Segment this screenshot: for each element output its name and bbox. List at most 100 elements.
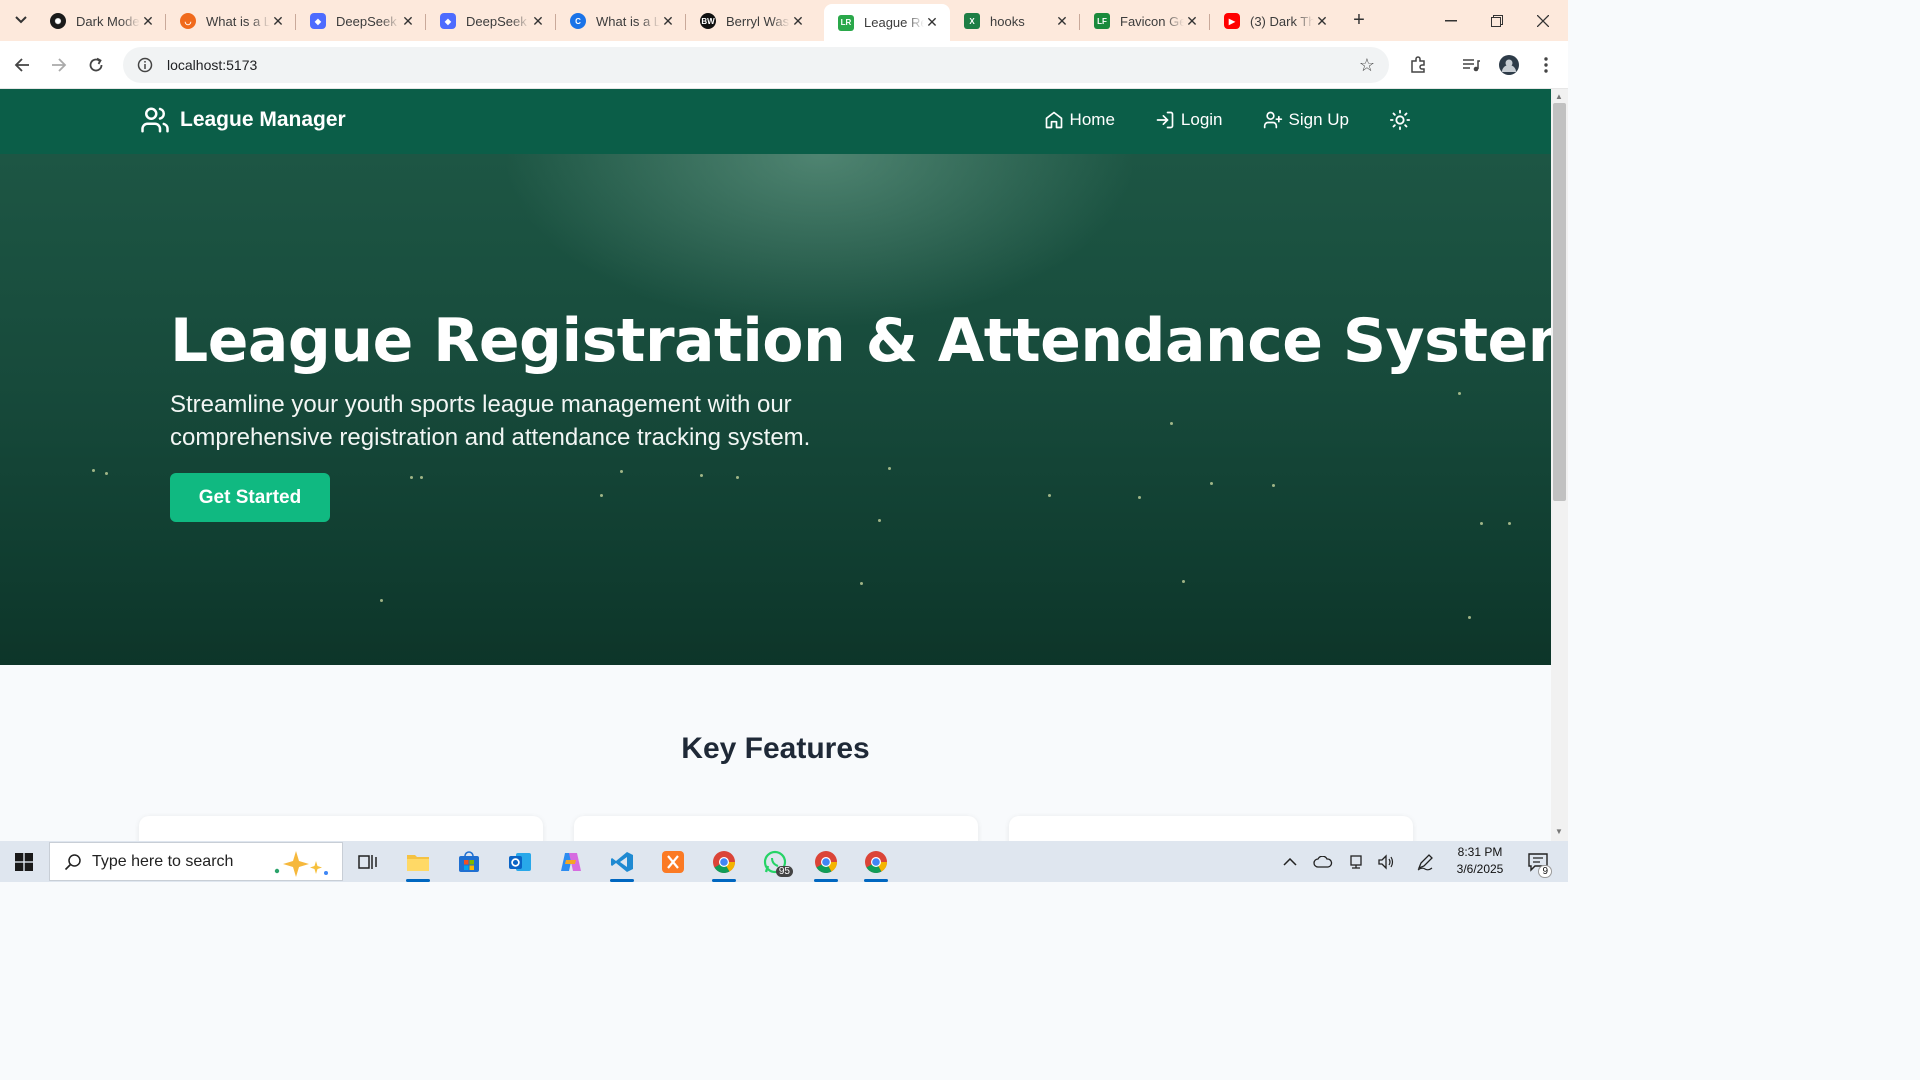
brand-logo-link[interactable]: League Manager <box>140 105 346 135</box>
nav-signup-label: Sign Up <box>1288 110 1349 129</box>
close-tab-icon[interactable]: ✕ <box>1054 13 1070 29</box>
taskbar-outlook[interactable] <box>500 845 540 879</box>
theme-toggle-button[interactable] <box>1389 109 1411 131</box>
lr-icon: LR <box>838 14 854 31</box>
bookmark-star-icon[interactable]: ☆ <box>1359 55 1375 76</box>
media-controls-button[interactable] <box>1457 51 1485 79</box>
nav-login-link[interactable]: Login <box>1155 110 1223 130</box>
hero-content: League Registration & Attendance System … <box>170 306 1551 522</box>
browser-tab[interactable]: ▶ (3) Dark Th ✕ <box>1210 6 1340 36</box>
page-scrollbar[interactable]: ▲ ▼ <box>1551 89 1568 841</box>
restore-button[interactable] <box>1474 0 1520 41</box>
search-placeholder: Type here to search <box>92 852 234 870</box>
brand-name: League Manager <box>180 108 346 131</box>
close-window-button[interactable] <box>1520 0 1566 41</box>
browser-menu-button[interactable] <box>1532 51 1560 79</box>
taskbar-search-box[interactable]: Type here to search <box>49 842 343 881</box>
taskbar-copilot[interactable] <box>551 845 591 879</box>
browser-tab[interactable]: LF Favicon Ge ✕ <box>1080 6 1210 36</box>
hero-section: League Registration & Attendance System … <box>0 154 1551 665</box>
close-tab-icon[interactable]: ✕ <box>530 13 546 29</box>
browser-tab[interactable]: ◆ DeepSeek ✕ <box>296 6 426 36</box>
address-bar: localhost:5173 ☆ <box>0 41 1568 89</box>
browser-tab[interactable]: BW Berryl Was ✕ <box>686 6 816 36</box>
network-tray-icon[interactable] <box>1344 841 1368 882</box>
show-hidden-icons-button[interactable] <box>1278 841 1302 882</box>
restore-icon <box>1491 14 1503 27</box>
taskbar-xampp[interactable] <box>653 845 693 879</box>
close-tab-icon[interactable]: ✕ <box>924 14 940 31</box>
back-button[interactable] <box>8 51 36 79</box>
volume-tray-icon[interactable] <box>1374 841 1400 882</box>
hero-subtitle: Streamline your youth sports league mana… <box>170 391 811 451</box>
scroll-down-arrow-icon[interactable]: ▼ <box>1555 827 1563 836</box>
site-navbar: League Manager Home Login Sign Up <box>0 89 1551 154</box>
chevron-down-icon <box>15 16 27 24</box>
speaker-icon <box>1378 853 1394 870</box>
onedrive-tray-icon[interactable] <box>1310 841 1336 882</box>
notification-count-badge: 9 <box>1538 865 1552 878</box>
extensions-button[interactable] <box>1404 51 1432 79</box>
pen-tray-icon[interactable] <box>1412 841 1438 882</box>
profile-avatar[interactable] <box>1495 51 1523 79</box>
close-tab-icon[interactable]: ✕ <box>660 13 676 29</box>
browser-tab[interactable]: ◡ What is a L ✕ <box>166 6 296 36</box>
features-heading: Key Features <box>681 732 870 765</box>
close-tab-icon[interactable]: ✕ <box>1184 13 1200 29</box>
chevron-up-icon <box>1283 857 1297 866</box>
folder-icon <box>407 855 429 871</box>
close-tab-icon[interactable]: ✕ <box>270 13 286 29</box>
notification-center-button[interactable]: 9 <box>1520 841 1556 882</box>
get-started-button[interactable]: Get Started <box>170 473 330 522</box>
arrow-right-icon <box>52 58 67 72</box>
browser-tab-strip: ✺ Dark Mode ✕ ◡ What is a L ✕ ◆ DeepSeek… <box>0 0 1568 41</box>
store-icon <box>459 851 479 872</box>
scroll-up-arrow-icon[interactable]: ▲ <box>1555 92 1563 101</box>
taskbar-store[interactable] <box>449 845 489 879</box>
nav-signup-link[interactable]: Sign Up <box>1263 110 1349 130</box>
taskbar-vscode[interactable] <box>602 845 642 882</box>
copilot-icon <box>561 853 581 871</box>
close-tab-icon[interactable]: ✕ <box>790 13 806 29</box>
forward-button[interactable] <box>45 51 73 79</box>
close-tab-icon[interactable]: ✕ <box>1314 13 1330 29</box>
xampp-icon <box>662 851 684 873</box>
network-icon <box>1350 854 1362 869</box>
scrollbar-thumb[interactable] <box>1553 103 1566 501</box>
minimize-button[interactable] <box>1428 0 1474 41</box>
taskbar-clock[interactable]: 8:31 PM 3/6/2025 <box>1450 844 1510 878</box>
close-tab-icon[interactable]: ✕ <box>140 13 156 29</box>
site-info-icon <box>137 57 153 73</box>
home-icon <box>1045 111 1062 129</box>
url-text[interactable]: localhost:5173 <box>167 57 257 73</box>
browser-tab[interactable]: C What is a L ✕ <box>556 6 686 36</box>
clock-time: 8:31 PM <box>1457 845 1503 859</box>
close-tab-icon[interactable]: ✕ <box>400 13 416 29</box>
lf-icon: LF <box>1094 13 1110 29</box>
users-icon <box>141 107 169 133</box>
url-omnibox[interactable]: localhost:5173 ☆ <box>123 47 1389 83</box>
nav-home-link[interactable]: Home <box>1044 110 1115 130</box>
nav-links: Home Login Sign Up <box>1044 109 1411 131</box>
vscode-icon <box>611 852 633 872</box>
taskbar-whatsapp[interactable]: 95 <box>755 845 795 879</box>
reload-button[interactable] <box>82 51 110 79</box>
feature-card <box>139 816 543 841</box>
taskbar-chrome-profile[interactable] <box>856 845 896 882</box>
task-view-icon <box>358 855 377 869</box>
new-tab-button[interactable]: + <box>1346 8 1372 32</box>
whatsapp-unread-badge: 95 <box>775 866 793 877</box>
taskbar-chrome-profile[interactable] <box>806 845 846 882</box>
browser-tab[interactable]: ✺ Dark Mode ✕ <box>36 6 166 36</box>
tab-search-button[interactable] <box>8 8 34 32</box>
browser-tab[interactable]: X hooks ✕ <box>950 6 1080 36</box>
browser-tab[interactable]: ◆ DeepSeek ✕ <box>426 6 556 36</box>
taskbar-chrome[interactable] <box>704 845 744 882</box>
deepseek-icon: ◆ <box>440 13 456 29</box>
start-button[interactable] <box>0 841 48 882</box>
browser-tab-active[interactable]: LR League Re ✕ <box>824 4 950 41</box>
task-view-button[interactable] <box>348 845 388 879</box>
playlist-icon <box>1463 59 1480 72</box>
outlook-icon <box>509 853 531 871</box>
taskbar-file-explorer[interactable] <box>398 845 438 882</box>
